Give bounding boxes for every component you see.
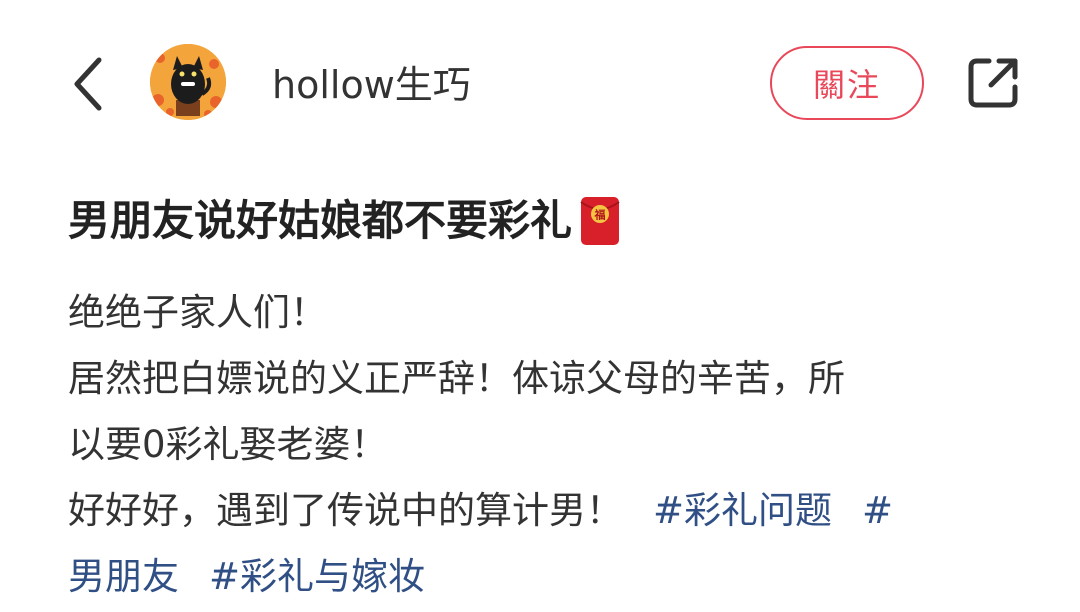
follow-button-label: 關注 xyxy=(812,66,881,104)
back-button[interactable] xyxy=(60,52,116,116)
post-title: 男朋友说好姑娘都不要彩礼 福 xyxy=(68,192,620,250)
share-icon xyxy=(968,58,1018,108)
black-cat-avatar-image xyxy=(150,44,226,120)
red-envelope-icon: 福 xyxy=(580,196,620,246)
hashtag-nanpengyou-start[interactable]: # xyxy=(862,489,893,532)
author-username[interactable]: hollow生巧 xyxy=(272,60,471,110)
hashtag-caili-yu-jiazhuang[interactable]: #彩礼与嫁妆 xyxy=(209,555,425,598)
body-line: 以要0彩礼娶老婆！ xyxy=(68,423,388,466)
svg-text:福: 福 xyxy=(594,208,606,222)
body-line: 绝绝子家人们！ xyxy=(68,291,327,334)
share-button[interactable] xyxy=(962,52,1024,114)
body-line-hashtags: 男朋友 #彩礼与嫁妆 xyxy=(68,544,1028,610)
hashtag-nanpengyou[interactable]: 男朋友 xyxy=(68,555,179,598)
note-detail-screen: hollow生巧 關注 男朋友说好姑娘都不要彩礼 福 绝绝子家人们！ 居然把白嫖… xyxy=(0,0,1080,612)
post-title-text: 男朋友说好姑娘都不要彩礼 xyxy=(68,196,573,245)
body-line: 居然把白嫖说的义正严辞！体谅父母的辛苦，所 xyxy=(68,357,845,400)
body-line-text: 好好好，遇到了传说中的算计男！ xyxy=(68,489,623,532)
avatar[interactable] xyxy=(150,44,226,120)
post-body: 绝绝子家人们！ 居然把白嫖说的义正严辞！体谅父母的辛苦，所 以要0彩礼娶老婆！ … xyxy=(68,280,1028,610)
follow-button[interactable]: 關注 xyxy=(770,46,924,120)
hashtag-caili-wenti[interactable]: #彩礼问题 xyxy=(653,489,832,532)
body-line-with-hashtags: 好好好，遇到了传说中的算计男！ #彩礼问题 # xyxy=(68,478,1028,544)
chevron-left-icon xyxy=(74,57,102,111)
